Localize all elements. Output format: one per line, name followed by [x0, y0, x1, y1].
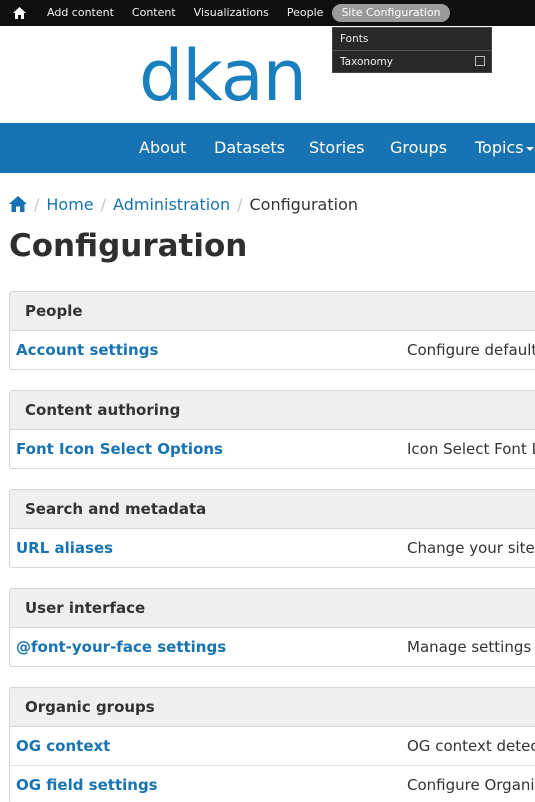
list-item: URL aliases Change your site'	[10, 529, 535, 567]
row-description: Change your site'	[407, 539, 535, 557]
row-description: Configure Organi	[407, 776, 535, 794]
site-configuration-dropdown: Fonts Taxonomy	[332, 27, 492, 73]
toolbar-people[interactable]: People	[278, 4, 333, 22]
page-title: Configuration	[9, 228, 248, 264]
toolbar-content[interactable]: Content	[123, 4, 185, 22]
panel-user-interface: User interface @font-your-face settings …	[9, 588, 535, 667]
admin-toolbar: Add content Content Visualizations Peopl…	[0, 0, 535, 26]
panel-content-authoring: Content authoring Font Icon Select Optio…	[9, 390, 535, 469]
og-context-link[interactable]: OG context	[16, 727, 110, 765]
nav-stories[interactable]: Stories	[309, 123, 364, 173]
site-logo[interactable]: dkan	[139, 40, 307, 112]
list-item: Font Icon Select Options Icon Select Fon…	[10, 430, 535, 468]
panel-heading: People	[10, 292, 535, 331]
submenu-arrow-icon	[475, 56, 485, 66]
chevron-down-icon	[525, 146, 534, 151]
breadcrumb-home[interactable]: Home	[46, 195, 93, 214]
breadcrumb: / Home / Administration / Configuration	[9, 192, 358, 216]
dropdown-item-label: Fonts	[340, 33, 369, 45]
row-description: Configure default	[407, 341, 535, 359]
font-your-face-settings-link[interactable]: @font-your-face settings	[16, 628, 226, 666]
nav-about[interactable]: About	[139, 123, 186, 173]
toolbar-visualizations[interactable]: Visualizations	[185, 4, 278, 22]
list-item: Account settings Configure default	[10, 331, 535, 369]
og-field-settings-link[interactable]: OG field settings	[16, 766, 158, 802]
main-navigation: About Datasets Stories Groups Topics	[0, 123, 535, 173]
font-icon-select-options-link[interactable]: Font Icon Select Options	[16, 430, 223, 468]
breadcrumb-administration[interactable]: Administration	[113, 195, 230, 214]
row-description: Manage settings f	[407, 638, 535, 656]
list-item: @font-your-face settings Manage settings…	[10, 628, 535, 666]
row-description: Icon Select Font L	[407, 440, 535, 458]
dropdown-item-fonts[interactable]: Fonts	[333, 28, 491, 50]
nav-topics[interactable]: Topics	[475, 123, 534, 173]
list-item: OG field settings Configure Organi	[10, 765, 535, 802]
panel-heading: Search and metadata	[10, 490, 535, 529]
url-aliases-link[interactable]: URL aliases	[16, 529, 113, 567]
list-item: OG context OG context detec	[10, 727, 535, 765]
row-description: OG context detec	[407, 737, 535, 755]
toolbar-add-content[interactable]: Add content	[38, 4, 123, 22]
nav-topics-label: Topics	[475, 138, 524, 157]
panel-people: People Account settings Configure defaul…	[9, 291, 535, 370]
nav-datasets[interactable]: Datasets	[214, 123, 285, 173]
breadcrumb-separator: /	[237, 194, 243, 214]
panel-search-and-metadata: Search and metadata URL aliases Change y…	[9, 489, 535, 568]
panel-heading: User interface	[10, 589, 535, 628]
home-icon[interactable]	[0, 0, 38, 26]
panel-organic-groups: Organic groups OG context OG context det…	[9, 687, 535, 802]
dropdown-item-label: Taxonomy	[340, 56, 393, 68]
home-icon[interactable]	[9, 196, 27, 212]
breadcrumb-separator: /	[100, 194, 107, 214]
dropdown-item-taxonomy[interactable]: Taxonomy	[333, 50, 491, 72]
account-settings-link[interactable]: Account settings	[16, 331, 158, 369]
toolbar-site-configuration[interactable]: Site Configuration	[332, 4, 450, 22]
panel-heading: Organic groups	[10, 688, 535, 727]
breadcrumb-current: Configuration	[249, 194, 359, 214]
nav-groups[interactable]: Groups	[390, 123, 447, 173]
panel-heading: Content authoring	[10, 391, 535, 430]
breadcrumb-separator: /	[34, 194, 40, 214]
